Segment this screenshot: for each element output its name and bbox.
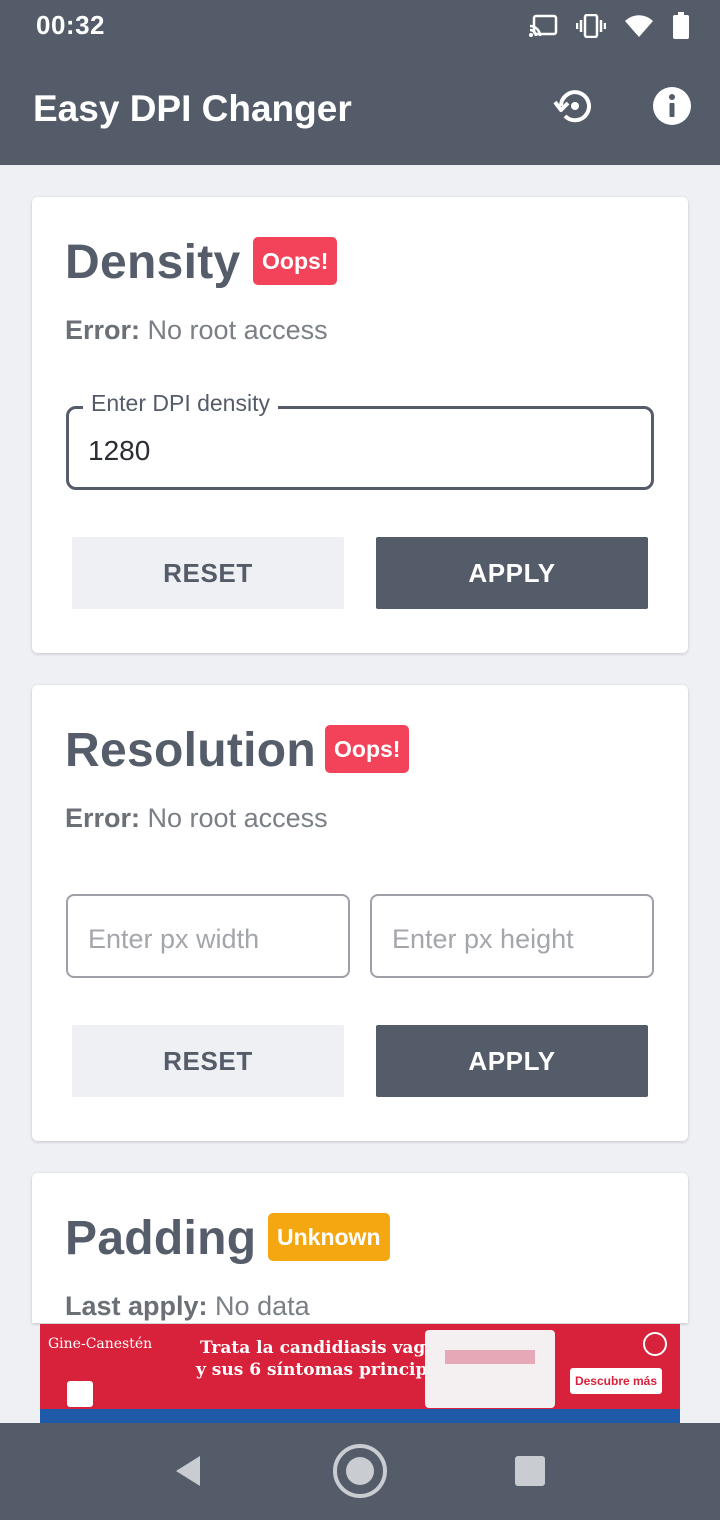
status-line: Error: No root access <box>65 315 328 346</box>
recents-icon <box>514 1455 546 1492</box>
card-title: Resolution <box>65 724 316 777</box>
info-icon <box>651 85 693 132</box>
status-badge: Unknown <box>268 1213 390 1261</box>
height-input[interactable]: Enter px height <box>370 894 654 978</box>
ad-logo-icon <box>67 1381 93 1407</box>
density-card: Density Oops! Error: No root access Ente… <box>32 197 688 653</box>
ad-brand: Gine-Canestén <box>48 1336 153 1352</box>
dpi-density-field[interactable]: Enter DPI density 1280 <box>66 390 654 490</box>
dpi-density-label: Enter DPI density <box>83 390 278 417</box>
reset-button[interactable]: RESET <box>72 537 344 609</box>
status-badge: Oops! <box>253 237 338 285</box>
status-time: 00:32 <box>36 10 105 40</box>
home-icon <box>331 1442 389 1505</box>
status-line: Last apply: No data <box>65 1291 310 1322</box>
apply-button[interactable]: APPLY <box>376 1025 648 1097</box>
status-text: No data <box>215 1291 310 1321</box>
status-label: Last apply: <box>65 1291 208 1321</box>
status-icons <box>528 12 690 40</box>
cast-icon <box>528 14 558 38</box>
width-input[interactable]: Enter px width <box>66 894 350 978</box>
dpi-density-value: 1280 <box>88 435 151 466</box>
app-bar: 00:32 Easy DPI Changer <box>0 0 720 165</box>
status-badge: Oops! <box>325 725 410 773</box>
history-button[interactable] <box>550 84 598 132</box>
ad-headline: Trata la candidiasis vaginal <box>200 1338 462 1358</box>
ad-footer <box>40 1409 680 1423</box>
height-placeholder: Enter px height <box>392 924 574 954</box>
ad-product-image <box>425 1330 555 1408</box>
apply-button[interactable]: APPLY <box>376 537 648 609</box>
status-text: No root access <box>147 315 328 345</box>
wifi-icon <box>624 14 654 38</box>
card-title: Padding <box>65 1212 257 1265</box>
back-icon <box>172 1454 204 1493</box>
app-title: Easy DPI Changer <box>33 88 352 129</box>
home-button[interactable] <box>330 1443 390 1503</box>
status-label: Error: <box>65 803 141 833</box>
history-icon <box>552 84 596 133</box>
padding-card: Padding Unknown Last apply: No data <box>32 1173 688 1323</box>
status-line: Error: No root access <box>65 803 328 834</box>
card-title: Density <box>65 236 241 289</box>
resolution-card: Resolution Oops! Error: No root access E… <box>32 685 688 1141</box>
vibrate-icon <box>576 14 606 38</box>
ad-cta-button[interactable]: Descubre más <box>570 1368 662 1394</box>
battery-icon <box>672 12 690 40</box>
recents-button[interactable] <box>500 1443 560 1503</box>
navigation-bar <box>0 1423 720 1520</box>
back-button[interactable] <box>158 1443 218 1503</box>
ad-banner[interactable]: Gine-Canestén Trata la candidiasis vagin… <box>40 1324 680 1423</box>
reset-button[interactable]: RESET <box>72 1025 344 1097</box>
status-label: Error: <box>65 315 141 345</box>
status-text: No root access <box>147 803 328 833</box>
bayer-logo-icon <box>643 1332 667 1356</box>
info-button[interactable] <box>648 84 696 132</box>
width-placeholder: Enter px width <box>88 924 260 954</box>
